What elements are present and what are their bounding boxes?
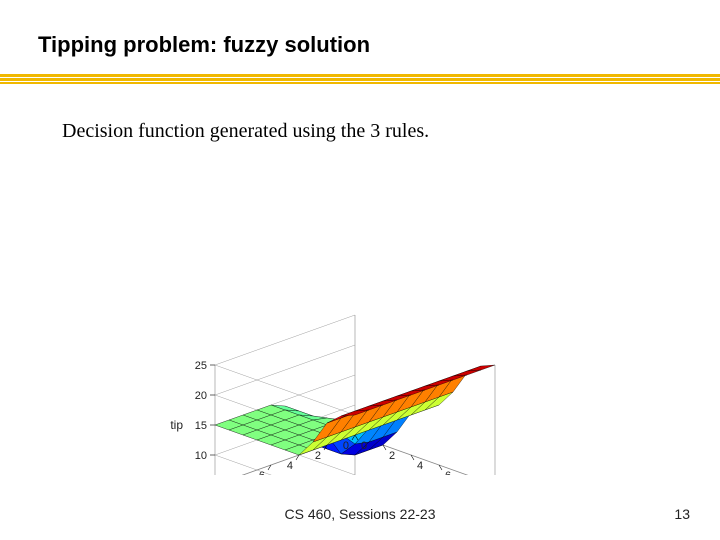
slide-body-text: Decision function generated using the 3 … <box>62 120 429 143</box>
svg-text:25: 25 <box>195 360 207 372</box>
slide-footer: CS 460, Sessions 22-23 <box>0 506 720 522</box>
svg-text:0: 0 <box>343 440 349 452</box>
title-stripe <box>0 74 720 84</box>
slide: Tipping problem: fuzzy solution Decision… <box>0 0 720 540</box>
svg-text:10: 10 <box>195 450 207 462</box>
svg-text:0: 0 <box>361 440 367 452</box>
svg-text:4: 4 <box>417 460 423 472</box>
svg-text:20: 20 <box>195 390 207 402</box>
svg-text:6: 6 <box>259 470 265 475</box>
svg-text:15: 15 <box>195 420 207 432</box>
svg-text:2: 2 <box>315 450 321 462</box>
surface-chart: 02468100246810510152025servicefoodtip <box>155 155 575 475</box>
svg-text:4: 4 <box>287 460 293 472</box>
slide-title: Tipping problem: fuzzy solution <box>38 32 370 58</box>
page-number: 13 <box>674 506 690 522</box>
svg-text:2: 2 <box>389 450 395 462</box>
svg-text:6: 6 <box>445 470 451 475</box>
svg-text:tip: tip <box>170 418 183 432</box>
